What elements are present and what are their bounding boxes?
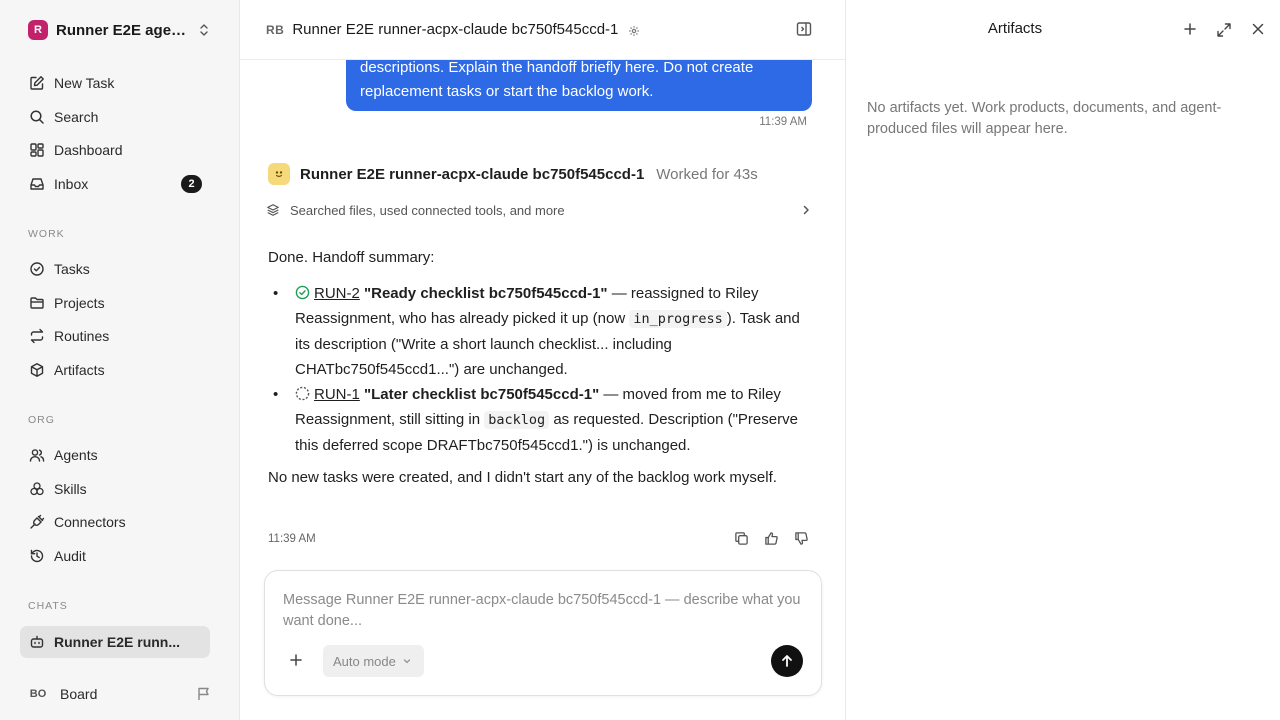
nav-new-task[interactable]: New Task: [20, 68, 210, 98]
status-backlog-icon: [295, 386, 310, 401]
agent-message-header: Runner E2E runner-acpx-claude bc750f545c…: [268, 162, 758, 186]
workspace-switcher[interactable]: R Runner E2E agen...: [20, 14, 216, 46]
worked-duration: Worked for 43s: [656, 165, 758, 183]
thumbs-up-icon[interactable]: [756, 531, 786, 546]
nav-routines[interactable]: Routines: [20, 321, 210, 351]
status-code: in_progress: [629, 310, 727, 328]
add-icon[interactable]: [1183, 22, 1197, 36]
nav-tasks-label: Tasks: [54, 261, 90, 277]
nav-dashboard-label: Dashboard: [54, 142, 123, 158]
nav-routines-label: Routines: [54, 328, 110, 344]
nav-tasks[interactable]: Tasks: [20, 254, 210, 284]
agent-avatar: [268, 163, 290, 185]
chat-item-active[interactable]: Runner E2E runn...: [20, 626, 210, 658]
expand-icon[interactable]: [1216, 22, 1232, 38]
user-name: Board: [60, 686, 98, 702]
nav-artifacts[interactable]: Artifacts: [20, 355, 210, 385]
send-button[interactable]: [771, 645, 803, 677]
nav-inbox[interactable]: Inbox 2: [20, 169, 210, 199]
folder-icon: [28, 294, 46, 312]
agent-name: Runner E2E runner-acpx-claude bc750f545c…: [300, 165, 645, 183]
handoff-list: RUN-2 "Ready checklist bc750f545ccd-1" —…: [268, 281, 814, 458]
check-circle-icon: [28, 260, 46, 278]
plug-icon: [28, 513, 46, 531]
task-title: "Ready checklist bc750f545ccd-1": [364, 285, 608, 302]
flag-icon[interactable]: [196, 686, 212, 702]
chat-title: Runner E2E runner-acpx-claude bc750f545c…: [292, 21, 619, 38]
nav-skills-label: Skills: [54, 481, 87, 497]
chat-panel: RB Runner E2E runner-acpx-claude bc750f5…: [240, 0, 846, 720]
nav-projects-label: Projects: [54, 295, 105, 311]
users-icon: [28, 446, 46, 464]
tools-summary-label: Searched files, used connected tools, an…: [290, 202, 565, 218]
inbox-icon: [28, 175, 46, 193]
chat-header: RB Runner E2E runner-acpx-claude bc750f5…: [240, 0, 845, 60]
list-item: RUN-2 "Ready checklist bc750f545ccd-1" —…: [268, 281, 814, 382]
mode-label: Auto mode: [333, 653, 396, 669]
chat-avatar: RB: [266, 22, 285, 37]
agent-message-time: 11:39 AM: [268, 533, 316, 545]
nav-connectors[interactable]: Connectors: [20, 507, 210, 537]
box-icon: [28, 361, 46, 379]
arrow-up-icon: [782, 655, 792, 667]
artifacts-panel: Artifacts No artifacts yet. Work product…: [847, 0, 1280, 720]
nav-dashboard[interactable]: Dashboard: [20, 135, 210, 165]
skills-icon: [28, 480, 46, 498]
workspace-name: Runner E2E agen...: [56, 21, 190, 39]
nav-agents[interactable]: Agents: [20, 440, 210, 470]
nav-new-task-label: New Task: [54, 75, 115, 91]
workspace-logo: R: [28, 20, 48, 40]
tools-summary-row[interactable]: Searched files, used connected tools, an…: [266, 200, 812, 220]
nav-artifacts-label: Artifacts: [54, 362, 105, 378]
summary-outro: No new tasks were created, and I didn't …: [268, 469, 777, 486]
user-menu[interactable]: BO Board: [20, 680, 216, 708]
chevron-down-icon: [403, 659, 411, 664]
list-item: RUN-1 "Later checklist bc750f545ccd-1" —…: [268, 382, 814, 458]
nav-search-label: Search: [54, 109, 99, 125]
nav-connectors-label: Connectors: [54, 514, 126, 530]
nav-agents-label: Agents: [54, 447, 98, 463]
task-link-run-2[interactable]: RUN-2: [314, 285, 360, 302]
add-attachment-icon[interactable]: [289, 653, 303, 667]
repeat-icon: [28, 327, 46, 345]
inbox-count-badge: 2: [181, 175, 202, 193]
artifacts-empty-state: No artifacts yet. Work products, documen…: [867, 100, 1222, 137]
status-code: backlog: [484, 411, 550, 429]
message-composer[interactable]: Message Runner E2E runner-acpx-claude bc…: [264, 570, 822, 696]
nav-skills[interactable]: Skills: [20, 474, 210, 504]
thumbs-down-icon[interactable]: [786, 531, 816, 546]
artifacts-title: Artifacts: [987, 20, 1043, 37]
chat-item-label: Runner E2E runn...: [54, 634, 181, 650]
close-icon[interactable]: [1251, 22, 1265, 36]
layers-icon: [266, 203, 280, 217]
chevron-updown-icon: [198, 23, 210, 37]
nav-inbox-label: Inbox: [54, 176, 89, 192]
search-icon: [28, 108, 46, 126]
status-done-icon: [295, 285, 310, 300]
nav-audit-label: Audit: [54, 548, 86, 564]
task-title: "Later checklist bc750f545ccd-1": [364, 386, 600, 403]
panel-toggle-icon[interactable]: [796, 21, 812, 37]
edit-icon: [28, 74, 46, 92]
section-work: WORK: [28, 228, 65, 240]
task-link-run-1[interactable]: RUN-1: [314, 386, 360, 403]
user-message-time: 11:39 AM: [759, 116, 807, 128]
nav-projects[interactable]: Projects: [20, 288, 210, 318]
section-org: ORG: [28, 414, 55, 426]
avatar: BO: [29, 688, 47, 700]
sidebar: R Runner E2E agen... New Task Search Das…: [0, 0, 240, 720]
copy-icon[interactable]: [726, 531, 756, 546]
gear-icon[interactable]: [628, 25, 640, 37]
nav-audit[interactable]: Audit: [20, 541, 210, 571]
summary-intro: Done. Handoff summary:: [268, 249, 435, 266]
mode-select[interactable]: Auto mode: [323, 645, 424, 677]
section-chats: CHATS: [28, 600, 68, 612]
nav-search[interactable]: Search: [20, 102, 210, 132]
dashboard-icon: [28, 141, 46, 159]
bot-icon: [28, 633, 46, 651]
message-input[interactable]: Message Runner E2E runner-acpx-claude bc…: [283, 590, 803, 632]
chevron-right-icon: [800, 204, 812, 216]
message-actions: [726, 531, 816, 546]
history-icon: [28, 547, 46, 565]
